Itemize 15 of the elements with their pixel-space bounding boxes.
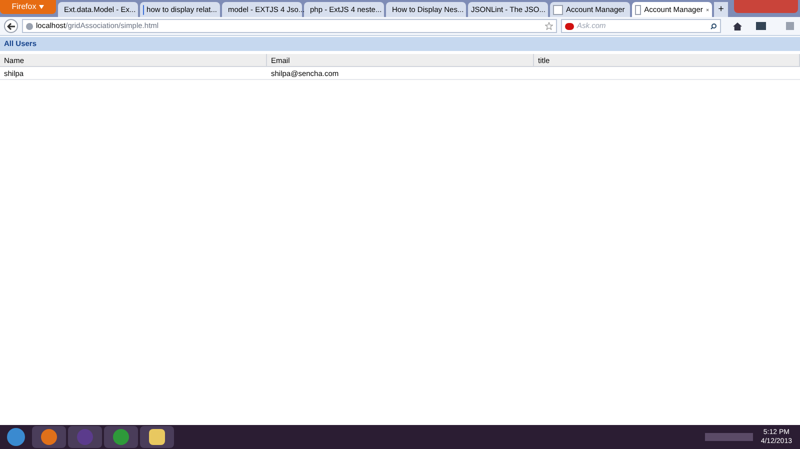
new-tab-button[interactable]: + (714, 2, 728, 17)
app-icon[interactable] (104, 426, 138, 448)
caret-icon (39, 5, 44, 9)
folder-icon[interactable] (140, 426, 174, 448)
globe-icon (26, 22, 33, 30)
page-icon (635, 4, 642, 14)
back-arrow-icon (7, 22, 15, 30)
close-icon[interactable] (706, 6, 709, 12)
star-icon[interactable] (545, 22, 553, 30)
home-icon[interactable] (733, 22, 742, 30)
back-button[interactable] (4, 19, 18, 33)
search-icon[interactable] (710, 22, 717, 30)
page-icon (553, 4, 563, 14)
ask-logo-icon (565, 22, 574, 30)
app-icon[interactable] (32, 426, 66, 448)
